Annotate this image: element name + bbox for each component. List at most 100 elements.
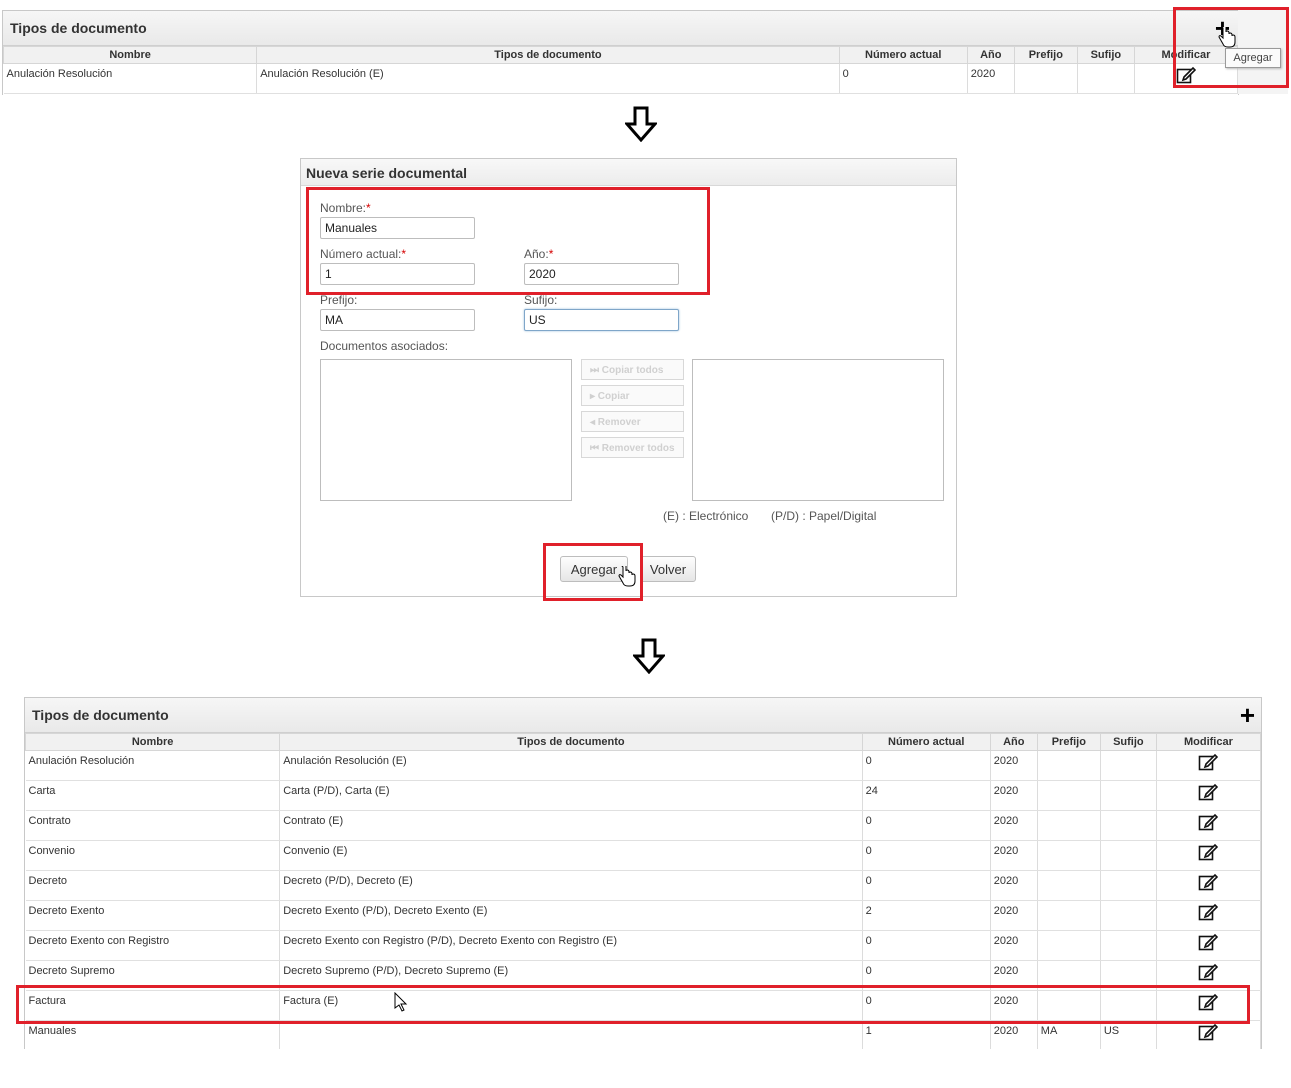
cell-tipos: Decreto Exento (P/D), Decreto Exento (E) bbox=[279, 900, 863, 931]
table-row: Manuales 1 2020 MA US bbox=[25, 1020, 1261, 1049]
cell-anio: 2020 bbox=[990, 840, 1038, 871]
legend-electronic: (E) : Electrónico bbox=[663, 509, 749, 523]
cell-numero: 0 bbox=[839, 63, 968, 94]
prefijo-input[interactable] bbox=[320, 309, 475, 331]
hand-cursor-icon bbox=[1218, 27, 1236, 48]
edit-icon[interactable] bbox=[1198, 753, 1219, 771]
cell-modificar bbox=[1156, 930, 1261, 961]
column-header: Prefijo bbox=[1013, 46, 1078, 64]
cell-numero: 0 bbox=[862, 810, 991, 841]
cell-prefijo bbox=[1014, 63, 1078, 94]
down-arrow-icon bbox=[625, 106, 657, 142]
cell-prefijo bbox=[1037, 930, 1101, 961]
cell-prefijo bbox=[1037, 810, 1101, 841]
remove-button[interactable]: ◂ Remover bbox=[581, 411, 684, 432]
edit-icon[interactable] bbox=[1198, 1023, 1219, 1041]
edit-icon[interactable] bbox=[1198, 933, 1219, 951]
column-header: Nombre bbox=[25, 733, 281, 751]
back-button[interactable]: Volver bbox=[640, 556, 696, 582]
table-row: Anulación Resolución Anulación Resolución… bbox=[3, 63, 1238, 94]
bottom-panel-header: Tipos de documento + bbox=[25, 698, 1261, 733]
table-row: Decreto Exento con Registro Decreto Exent… bbox=[25, 930, 1261, 961]
cell-modificar bbox=[1156, 840, 1261, 871]
form-title: Nueva serie documental bbox=[301, 159, 956, 186]
column-header: Número actual bbox=[861, 733, 991, 751]
cell-modificar bbox=[1156, 810, 1261, 841]
cell-numero: 2 bbox=[862, 900, 991, 931]
cell-modificar bbox=[1156, 870, 1261, 901]
cell-numero: 0 bbox=[862, 930, 991, 961]
bottom-panel-title: Tipos de documento bbox=[32, 707, 169, 723]
column-header: Nombre bbox=[3, 46, 258, 64]
bottom-add-icon[interactable]: + bbox=[1240, 702, 1255, 728]
cell-modificar bbox=[1156, 900, 1261, 931]
cell-sufijo bbox=[1100, 840, 1157, 871]
available-documents-list[interactable] bbox=[320, 359, 572, 501]
cell-numero: 1 bbox=[862, 1020, 991, 1049]
cell-nombre: Decreto Exento bbox=[25, 900, 281, 931]
cell-prefijo: MA bbox=[1037, 1020, 1101, 1049]
column-header: Sufijo bbox=[1099, 733, 1157, 751]
cell-sufijo: US bbox=[1100, 1020, 1157, 1049]
cell-anio: 2020 bbox=[990, 780, 1038, 811]
table-row: Contrato Contrato (E) 0 2020 bbox=[25, 810, 1261, 841]
copy-button[interactable]: ▸ Copiar bbox=[581, 385, 684, 406]
sufijo-input[interactable] bbox=[524, 309, 679, 331]
cell-anio: 2020 bbox=[990, 870, 1038, 901]
cell-nombre: Convenio bbox=[25, 840, 281, 871]
edit-icon[interactable] bbox=[1198, 783, 1219, 801]
edit-icon[interactable] bbox=[1198, 843, 1219, 861]
cell-tipos: Carta (P/D), Carta (E) bbox=[279, 780, 863, 811]
cell-tipos: Decreto (P/D), Decreto (E) bbox=[279, 870, 863, 901]
cell-numero: 0 bbox=[862, 870, 991, 901]
cell-modificar bbox=[1156, 780, 1261, 811]
highlight-new-row bbox=[16, 985, 1250, 1024]
sufijo-label: Sufijo: bbox=[524, 293, 558, 307]
cell-nombre: Contrato bbox=[25, 810, 281, 841]
documentos-asociados-label: Documentos asociados: bbox=[320, 339, 449, 353]
column-header: Prefijo bbox=[1036, 733, 1101, 751]
cell-anio: 2020 bbox=[990, 1020, 1038, 1049]
top-document-types-panel: Tipos de documento + NombreTipos de docu… bbox=[2, 10, 1239, 95]
cell-numero: 0 bbox=[862, 750, 991, 781]
cell-prefijo bbox=[1037, 750, 1101, 781]
edit-icon[interactable] bbox=[1198, 873, 1219, 891]
remove-all-button[interactable]: ⏮ Remover todos bbox=[581, 437, 684, 458]
highlight-required-fields bbox=[306, 187, 710, 295]
cell-nombre: Anulación Resolución bbox=[25, 750, 281, 781]
selected-documents-list[interactable] bbox=[692, 359, 944, 501]
table-row: Convenio Convenio (E) 0 2020 bbox=[25, 840, 1261, 871]
cell-sufijo bbox=[1100, 810, 1157, 841]
cell-anio: 2020 bbox=[990, 810, 1038, 841]
cell-sufijo bbox=[1100, 750, 1157, 781]
edit-icon[interactable] bbox=[1198, 963, 1219, 981]
cell-nombre: Anulación Resolución bbox=[3, 63, 258, 94]
cell-tipos: Anulación Resolución (E) bbox=[256, 63, 840, 94]
cell-prefijo bbox=[1037, 840, 1101, 871]
column-header: Sufijo bbox=[1076, 46, 1135, 64]
column-header: Año bbox=[966, 46, 1015, 64]
top-document-types-table: Nombre Tipos de documento Número actual Año… bbox=[3, 46, 1238, 94]
add-tooltip: Agregar bbox=[1225, 48, 1281, 68]
cell-nombre: Carta bbox=[25, 780, 281, 811]
table-row: Anulación Resolución Anulación Resolución… bbox=[25, 750, 1261, 781]
column-header: Año bbox=[989, 733, 1038, 751]
cell-anio: 2020 bbox=[990, 900, 1038, 931]
column-header: Tipos de documento bbox=[256, 46, 840, 64]
cell-anio: 2020 bbox=[990, 930, 1038, 961]
cell-nombre: Manuales bbox=[25, 1020, 281, 1049]
column-header: Modificar bbox=[1155, 733, 1261, 751]
edit-icon[interactable] bbox=[1198, 813, 1219, 831]
edit-icon[interactable] bbox=[1198, 903, 1219, 921]
cell-sufijo bbox=[1100, 930, 1157, 961]
table-row: Decreto Decreto (P/D), Decreto (E) 0 2020 bbox=[25, 870, 1261, 901]
cell-nombre: Decreto Exento con Registro bbox=[25, 930, 281, 961]
cell-modificar bbox=[1156, 1020, 1261, 1049]
cell-tipos: Contrato (E) bbox=[279, 810, 863, 841]
cell-prefijo bbox=[1037, 900, 1101, 931]
cell-anio: 2020 bbox=[967, 63, 1015, 94]
legend-paper-digital: (P/D) : Papel/Digital bbox=[771, 509, 877, 523]
copy-all-button[interactable]: ⏭ Copiar todos bbox=[581, 359, 684, 380]
cell-sufijo bbox=[1100, 900, 1157, 931]
cell-numero: 0 bbox=[862, 840, 991, 871]
